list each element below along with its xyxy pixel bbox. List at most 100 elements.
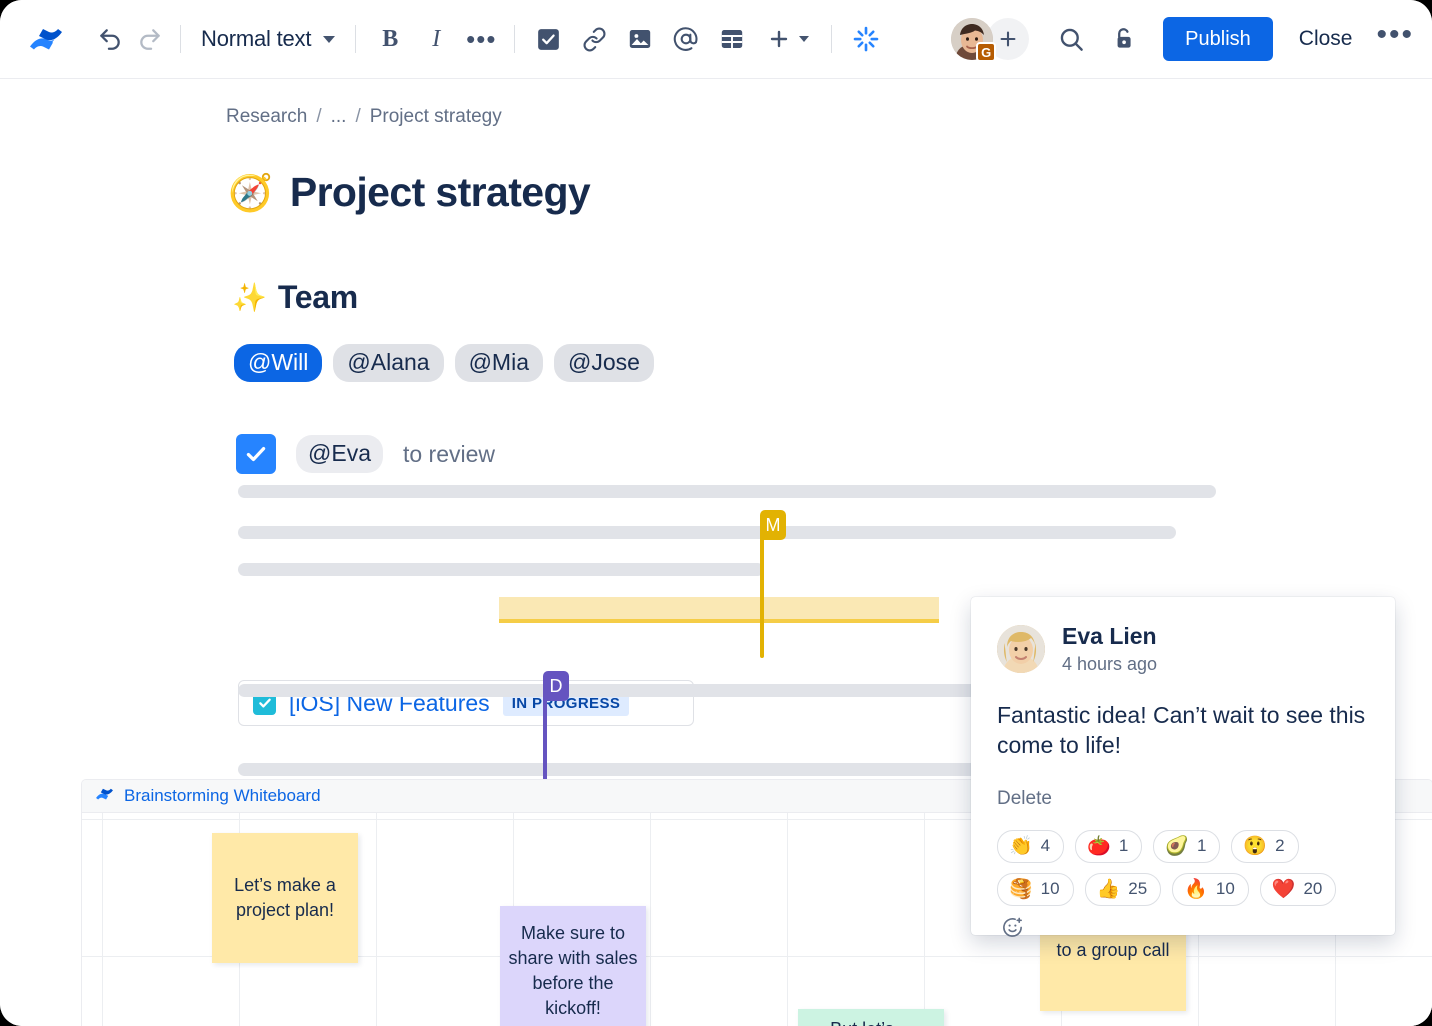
toolbar-divider: [355, 25, 357, 53]
comment-timestamp: 4 hours ago: [1062, 653, 1158, 674]
check-icon: [246, 446, 266, 462]
comment-author-block: Eva Lien 4 hours ago: [1062, 623, 1157, 675]
reaction-chip-pancakes[interactable]: 🥞 10: [997, 872, 1074, 906]
search-button[interactable]: [1045, 19, 1097, 59]
undo-button[interactable]: [90, 19, 130, 59]
team-mentions: @Will @Alana @Mia @Jose: [234, 344, 654, 383]
paragraph-placeholder-bar: [238, 563, 764, 576]
grid-line-vertical: [650, 813, 651, 1026]
restrictions-button[interactable]: [1097, 19, 1149, 59]
action-item-button[interactable]: [525, 19, 571, 59]
mention-chip-eva[interactable]: @Eva: [296, 434, 383, 474]
reaction-count: 10: [1040, 879, 1060, 899]
mention-chip-alana[interactable]: @Alana: [333, 344, 444, 383]
toolbar-divider: [831, 25, 833, 53]
close-button[interactable]: Close: [1285, 17, 1367, 61]
insert-more-button[interactable]: [755, 19, 821, 59]
task-checkbox[interactable]: [236, 434, 276, 474]
toolbar-divider: [180, 25, 181, 53]
breadcrumb-item-current[interactable]: Project strategy: [370, 106, 502, 128]
redo-button[interactable]: [130, 19, 170, 59]
more-formatting-button[interactable]: •••: [458, 19, 504, 59]
clap-emoji-icon: 👏: [1009, 835, 1033, 857]
breadcrumb-separator: /: [355, 106, 361, 127]
check-icon: [258, 698, 271, 708]
ellipsis-icon: •••: [466, 23, 497, 54]
bold-label: B: [382, 25, 399, 52]
reaction-chip-avocado[interactable]: 🥑 1: [1153, 829, 1221, 863]
comment-body-text: Fantastic idea! Can’t wait to see this c…: [997, 701, 1366, 759]
team-heading-text: Team: [277, 279, 358, 315]
atlassian-intelligence-button[interactable]: [842, 19, 890, 59]
grid-line-vertical: [787, 813, 788, 1026]
comment-header: Eva Lien 4 hours ago: [997, 623, 1369, 675]
publish-button[interactable]: Publish: [1163, 17, 1273, 61]
add-reaction-button[interactable]: [997, 916, 1028, 945]
reaction-count: 20: [1303, 879, 1323, 899]
avocado-emoji-icon: 🥑: [1165, 835, 1189, 857]
link-button[interactable]: [571, 19, 617, 59]
more-actions-button[interactable]: •••: [1366, 19, 1432, 49]
team-heading: ✨ Team: [232, 279, 358, 316]
plus-icon: [771, 30, 788, 48]
reaction-count: 10: [1215, 879, 1235, 899]
inline-comment-popup[interactable]: Eva Lien 4 hours ago Fantastic idea! Can…: [971, 597, 1395, 937]
italic-button[interactable]: I: [414, 19, 458, 59]
search-icon: [1060, 28, 1083, 51]
thumbs-up-emoji-icon: 👍: [1096, 878, 1121, 900]
page-title: 🧭 Project strategy: [228, 169, 591, 216]
breadcrumb-separator: /: [316, 106, 322, 127]
plus-icon: [1000, 31, 1016, 47]
reaction-chip-astonished[interactable]: 😲 2: [1231, 829, 1299, 863]
page-title-text[interactable]: Project strategy: [290, 169, 591, 216]
delete-comment-button[interactable]: Delete: [997, 788, 1052, 810]
status-badge: G: [976, 42, 997, 62]
unlock-icon: [1117, 28, 1131, 48]
avatar[interactable]: G: [951, 18, 997, 62]
sticky-note[interactable]: But let’s…: [798, 1009, 944, 1026]
text-style-dropdown[interactable]: Normal text: [191, 19, 345, 59]
reaction-list: 👏 4 🍅 1 🥑 1 😲 2 🥞 10 👍 25 🔥 10 ❤️ 20: [997, 829, 1369, 945]
sparkles-emoji-icon: ✨: [232, 282, 267, 313]
text-style-label: Normal text: [201, 26, 312, 51]
grid-line-vertical: [924, 813, 925, 1026]
mention-chip-mia[interactable]: @Mia: [454, 344, 543, 383]
whiteboard-title[interactable]: Brainstorming Whiteboard: [124, 786, 321, 806]
reaction-count: 1: [1118, 836, 1129, 856]
action-item-row: @Eva to review: [236, 434, 495, 474]
page-content: Research / ... / Project strategy 🧭 Proj…: [0, 79, 1432, 1026]
image-button[interactable]: [617, 19, 663, 59]
heart-emoji-icon: ❤️: [1271, 878, 1296, 900]
breadcrumb-item-ellipsis[interactable]: ...: [331, 106, 347, 128]
reaction-count: 4: [1040, 836, 1051, 856]
pancakes-emoji-icon: 🥞: [1009, 878, 1033, 900]
image-icon: [630, 30, 651, 48]
table-button[interactable]: [709, 19, 755, 59]
table-icon: [722, 30, 743, 48]
reaction-chip-tomato[interactable]: 🍅 1: [1075, 829, 1143, 863]
toolbar-divider: [514, 25, 516, 53]
reaction-count: 25: [1128, 879, 1148, 899]
grid-line-vertical: [102, 813, 103, 1026]
reaction-chip-fire[interactable]: 🔥 10: [1172, 872, 1249, 906]
mention-button[interactable]: [663, 19, 709, 59]
sticky-note[interactable]: Let’s make a project plan!: [212, 833, 358, 963]
mention-chip-will[interactable]: @Will: [234, 344, 323, 383]
reaction-count: 1: [1196, 836, 1207, 856]
confluence-whiteboard-icon: [95, 785, 114, 808]
confluence-logo-icon[interactable]: [24, 17, 68, 61]
bold-button[interactable]: B: [366, 19, 414, 59]
task-text: to review: [402, 440, 496, 467]
astonished-face-emoji-icon: 😲: [1243, 835, 1268, 857]
mention-chip-jose[interactable]: @Jose: [554, 344, 654, 383]
reaction-chip-thumbsup[interactable]: 👍 25: [1084, 872, 1162, 906]
comment-highlight-underline: [499, 619, 939, 623]
reaction-chip-clap[interactable]: 👏 4: [997, 829, 1065, 863]
breadcrumb-item-research[interactable]: Research: [226, 106, 307, 128]
collaborator-avatars: G: [951, 18, 1030, 62]
link-icon: [583, 27, 606, 51]
compass-emoji-icon[interactable]: 🧭: [228, 174, 273, 211]
avatar[interactable]: [997, 624, 1045, 673]
reaction-chip-heart[interactable]: ❤️ 20: [1259, 872, 1337, 906]
sticky-note[interactable]: Make sure to share with sales before the…: [500, 906, 646, 1026]
